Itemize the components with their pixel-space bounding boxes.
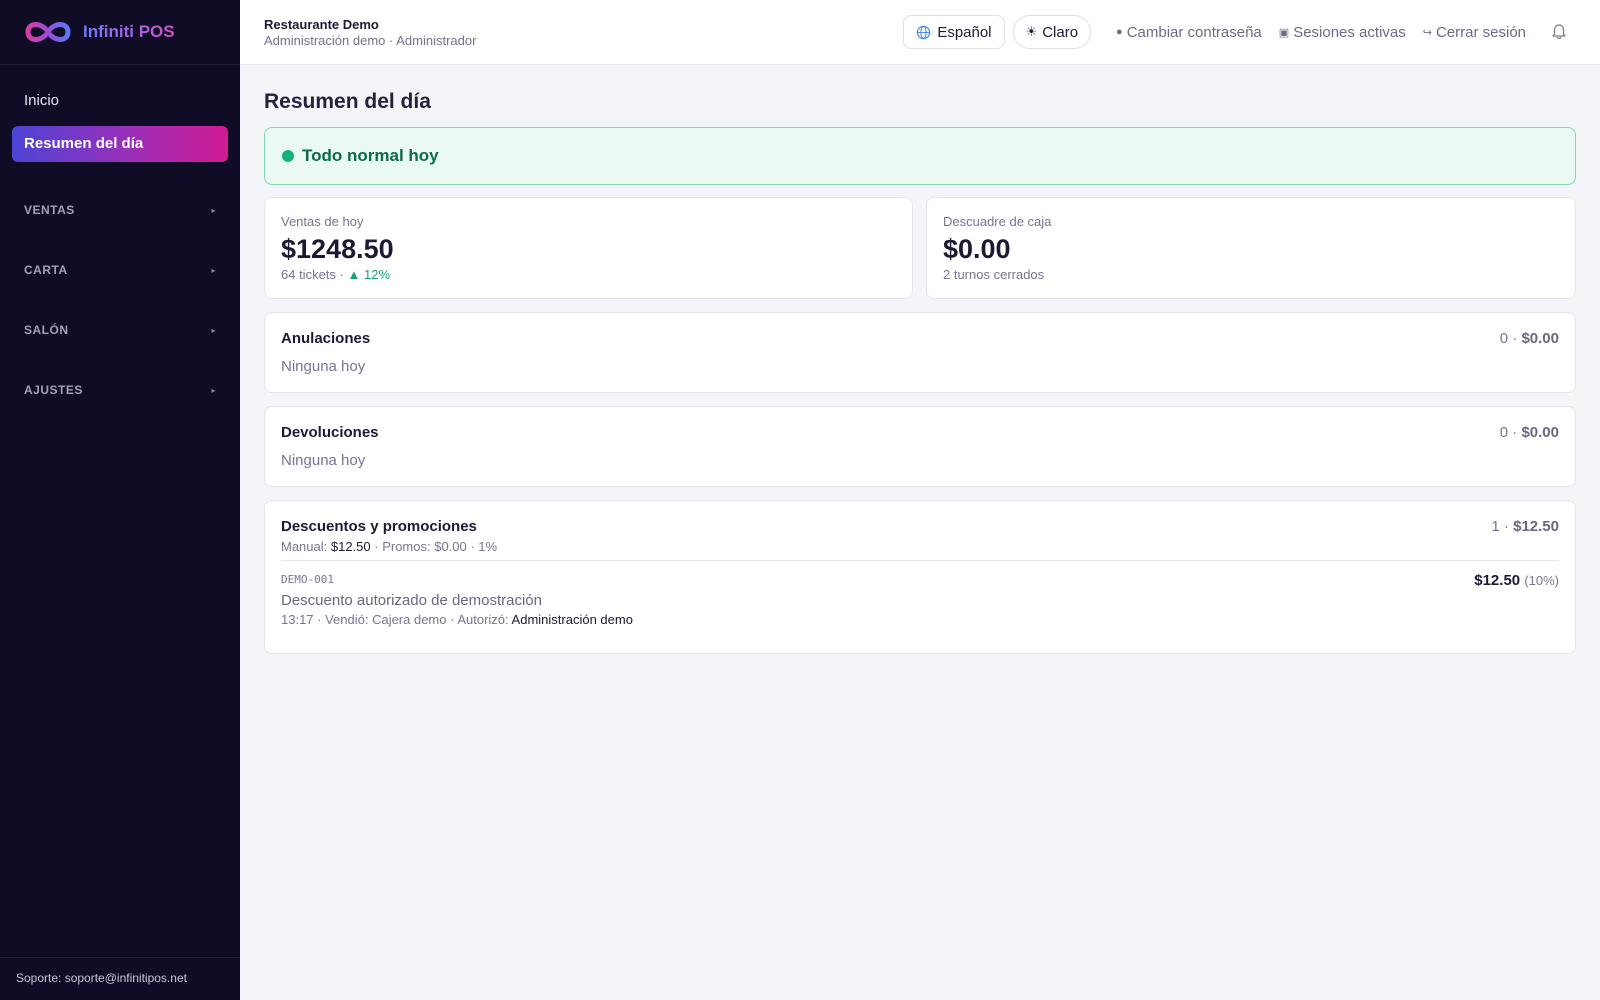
bell-icon[interactable] [1550, 23, 1568, 41]
discount-meta-text: 13:17 · Vendió: Cajera demo · Autorizó: [281, 612, 509, 627]
discount-code: DEMO-001 [281, 573, 334, 586]
kpi-meta: 2 turnos cerrados [943, 267, 1045, 282]
discount-amount-value: $12.50 [1474, 572, 1521, 589]
globe-icon [917, 25, 931, 39]
sidebar-section-label: SALÓN [24, 323, 69, 337]
sun-icon: ☀ [1025, 24, 1038, 39]
tickets-count: 64 tickets [281, 267, 336, 282]
infinity-logo-icon [25, 22, 71, 42]
manual-value: $12.50 [330, 539, 371, 554]
logout-arrow-icon: ↪ [1422, 26, 1432, 39]
sidebar-nav: Inicio Resumen del día VENTAS ▸ CARTA ▸ … [0, 65, 240, 399]
voids-card: Anulaciones 0 · $0.00 Ninguna hoy [264, 312, 1576, 393]
sidebar-item-inicio[interactable]: Inicio [12, 88, 228, 114]
sidebar-section-carta[interactable]: CARTA ▸ [12, 261, 228, 279]
page-title: Resumen del día [264, 90, 431, 113]
support-text: Soporte: soporte@infinitipos.net [0, 957, 240, 1000]
kpi-meta: 64 tickets · ▲ 12% [281, 267, 391, 282]
sidebar-section-salon[interactable]: SALÓN ▸ [12, 321, 228, 339]
sidebar-item-resumen-del-dia[interactable]: Resumen del día [12, 126, 228, 162]
kpi-row: Ventas de hoy $1248.50 64 tickets · ▲ 12… [264, 197, 1576, 299]
card-amount: $12.50 [1513, 518, 1559, 535]
user-line: Administración demo · Administrador [264, 33, 477, 48]
discount-row[interactable]: DEMO-001 Descuento autorizado de demostr… [281, 561, 1559, 628]
caret-right-icon: ▸ [211, 205, 216, 215]
card-summary: 0 · $0.00 [1499, 330, 1559, 347]
topbar: Restaurante Demo Administración demo · A… [240, 0, 1600, 65]
card-amount: $0.00 [1521, 330, 1559, 347]
card-empty-text: Ninguna hoy [281, 452, 366, 469]
kpi-value: $1248.50 [281, 234, 394, 264]
card-count: 0 [1499, 330, 1509, 347]
discount-description: Descuento autorizado de demostración [281, 592, 542, 609]
change-password-link[interactable]: ● Cambiar contraseña [1116, 24, 1262, 41]
brand-name: Infiniti POS [83, 22, 175, 41]
top-actions: Español ☀ Claro ● Cambiar contraseña ▣ S… [903, 15, 1568, 49]
theme-toggle[interactable]: ☀ Claro [1012, 15, 1092, 49]
sidebar-section-label: CARTA [24, 263, 68, 277]
sidebar: Infiniti POS Inicio Resumen del día VENT… [0, 0, 240, 1000]
main-content: Resumen del día Todo normal hoy Ventas d… [264, 65, 1576, 654]
sidebar-section-ventas[interactable]: VENTAS ▸ [12, 201, 228, 219]
card-title: Devoluciones [281, 424, 379, 441]
caret-right-icon: ▸ [211, 265, 216, 275]
change-password-label: Cambiar contraseña [1126, 23, 1262, 41]
status-text: Todo normal hoy [302, 146, 439, 165]
active-sessions-link[interactable]: ▣ Sesiones activas [1279, 24, 1406, 41]
manual-label: Manual: [281, 539, 328, 554]
returns-card: Devoluciones 0 · $0.00 Ninguna hoy [264, 406, 1576, 487]
card-title: Descuentos y promociones [281, 518, 477, 535]
square-icon: ▣ [1278, 26, 1290, 39]
dot-icon: ● [1116, 26, 1123, 38]
status-dot-icon [282, 150, 294, 162]
promos-text: · Promos: $0.00 · 1% [374, 539, 498, 554]
sidebar-section-label: VENTAS [24, 203, 75, 217]
card-amount: $0.00 [1521, 424, 1559, 441]
card-count: 1 [1491, 518, 1500, 535]
card-summary: 1 · $12.50 [1491, 518, 1559, 535]
kpi-label: Ventas de hoy [281, 214, 364, 229]
sidebar-section-ajustes[interactable]: AJUSTES ▸ [12, 381, 228, 399]
card-empty-text: Ninguna hoy [281, 358, 366, 375]
discount-authorizer: Administración demo [511, 612, 633, 627]
language-button[interactable]: Español [903, 15, 1005, 49]
logout-label: Cerrar sesión [1435, 23, 1526, 41]
kpi-value: $0.00 [943, 234, 1011, 264]
kpi-cash-card: Descuadre de caja $0.00 2 turnos cerrado… [926, 197, 1576, 299]
restaurant-name: Restaurante Demo [264, 17, 379, 32]
card-summary: 0 · $0.00 [1499, 424, 1559, 441]
caret-right-icon: ▸ [211, 325, 216, 335]
discount-breakdown: Manual: $12.50 · Promos: $0.00 · 1% [281, 539, 1559, 555]
status-banner: Todo normal hoy [264, 127, 1576, 185]
discount-amount: $12.50 (10%) [1474, 571, 1559, 591]
brand[interactable]: Infiniti POS [0, 0, 240, 65]
sales-change: 12% [363, 267, 391, 282]
kpi-label: Descuadre de caja [943, 214, 1052, 229]
card-title: Anulaciones [281, 330, 371, 347]
card-count: 0 [1499, 424, 1509, 441]
tenant-info: Restaurante Demo Administración demo · A… [264, 17, 476, 49]
kpi-sales-card: Ventas de hoy $1248.50 64 tickets · ▲ 12… [264, 197, 913, 299]
theme-label: Claro [1042, 23, 1079, 41]
discount-percent: (10%) [1524, 573, 1559, 588]
sessions-label: Sesiones activas [1293, 23, 1406, 41]
language-label: Español [937, 23, 992, 41]
discounts-card: Descuentos y promociones 1 · $12.50 Manu… [264, 500, 1576, 654]
sidebar-section-label: AJUSTES [24, 383, 83, 397]
logout-link[interactable]: ↪ Cerrar sesión [1423, 24, 1526, 41]
trend-up-icon: ▲ [347, 267, 361, 282]
discount-meta: 13:17 · Vendió: Cajera demo · Autorizó: … [281, 611, 1559, 628]
caret-right-icon: ▸ [211, 385, 216, 395]
